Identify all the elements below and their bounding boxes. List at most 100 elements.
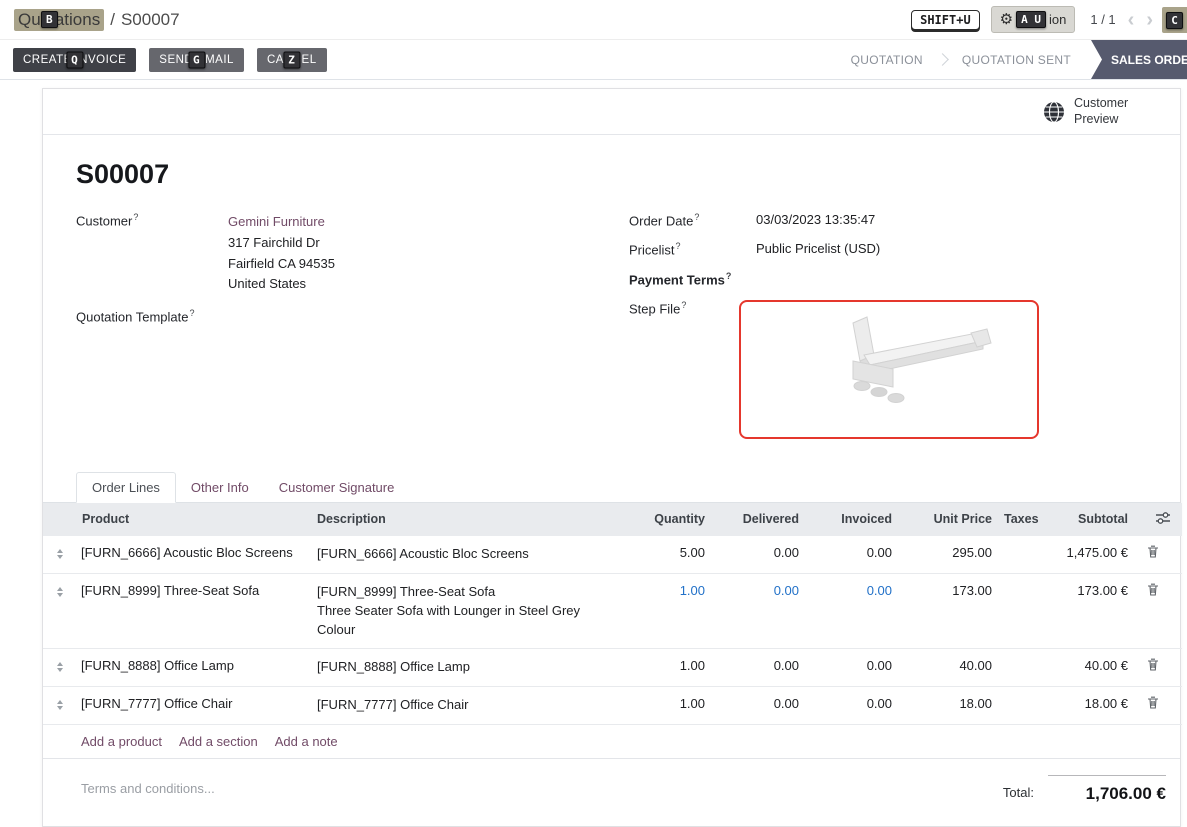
cell-product: [FURN_8888] Office Lamp bbox=[76, 649, 311, 687]
cell-product: [FURN_7777] Office Chair bbox=[76, 687, 311, 725]
cell-description: [FURN_6666] Acoustic Bloc Screens bbox=[311, 536, 626, 573]
cell-taxes bbox=[998, 649, 1043, 687]
drag-handle-icon[interactable] bbox=[49, 696, 70, 710]
handle-column-header bbox=[43, 503, 76, 536]
customer-address-line1: 317 Fairchild Dr bbox=[228, 233, 335, 254]
control-panel: CREATE INVOICE Q SEND EMAIL G CANCEL Z Q… bbox=[0, 40, 1187, 80]
topbar-actions: SHIFT+U ⚙ A U ion 1 / 1 ‹ › bbox=[911, 6, 1177, 33]
cell-delivered: 0.00 bbox=[711, 573, 805, 649]
help-icon: ? bbox=[133, 212, 138, 222]
order-date-value[interactable]: 03/03/2023 13:35:47 bbox=[756, 212, 875, 228]
order-date-label: Order Date? bbox=[629, 212, 756, 228]
tab-other-info[interactable]: Other Info bbox=[176, 473, 264, 502]
pricelist-label-text: Pricelist bbox=[629, 243, 675, 258]
breadcrumb-record: S00007 bbox=[121, 10, 180, 30]
tab-order-lines[interactable]: Order Lines bbox=[76, 472, 176, 503]
help-icon: ? bbox=[681, 300, 686, 310]
quotation-template-label-text: Quotation Template bbox=[76, 310, 189, 325]
create-invoice-button[interactable]: CREATE INVOICE Q bbox=[13, 48, 136, 72]
cell-invoiced: 0.00 bbox=[805, 536, 898, 573]
table-row[interactable]: [FURN_7777] Office Chair [FURN_7777] Off… bbox=[43, 687, 1182, 725]
tab-customer-signature[interactable]: Customer Signature bbox=[264, 473, 410, 502]
status-step-quotation-sent[interactable]: QUOTATION SENT bbox=[948, 53, 1085, 67]
cell-quantity: 5.00 bbox=[626, 536, 711, 573]
breadcrumb-quotations-link[interactable]: Quotations B bbox=[14, 9, 104, 31]
delete-row-icon[interactable] bbox=[1147, 696, 1159, 709]
order-lines-table: Product Description Quantity Delivered I… bbox=[43, 503, 1182, 725]
table-row[interactable]: [FURN_6666] Acoustic Bloc Screens [FURN_… bbox=[43, 536, 1182, 573]
add-a-note-link[interactable]: Add a note bbox=[275, 734, 338, 749]
table-header-row: Product Description Quantity Delivered I… bbox=[43, 503, 1182, 536]
column-options-header bbox=[1134, 503, 1182, 536]
quotation-template-label: Quotation Template? bbox=[76, 308, 228, 324]
cell-unit-price: 295.00 bbox=[898, 536, 998, 573]
drag-handle-icon[interactable] bbox=[49, 545, 70, 559]
drag-handle-icon[interactable] bbox=[49, 658, 70, 672]
customer-field-label: Customer? bbox=[76, 212, 228, 295]
step-file-label: Step File? bbox=[629, 300, 756, 439]
send-email-button[interactable]: SEND EMAIL G bbox=[149, 48, 244, 72]
column-header-quantity[interactable]: Quantity bbox=[626, 503, 711, 536]
cell-delivered: 0.00 bbox=[711, 649, 805, 687]
hint-badge-cancel: Z bbox=[283, 51, 300, 68]
cell-invoiced: 0.00 bbox=[805, 573, 898, 649]
create-button-hinted[interactable]: C bbox=[1162, 7, 1187, 33]
cancel-button[interactable]: CANCEL Z bbox=[257, 48, 327, 72]
action-menu-button[interactable]: ⚙ A U ion bbox=[991, 6, 1076, 33]
cell-delivered: 0.00 bbox=[711, 687, 805, 725]
cell-quantity: 1.00 bbox=[626, 573, 711, 649]
column-header-subtotal[interactable]: Subtotal bbox=[1043, 503, 1134, 536]
field-quotation-template[interactable]: Quotation Template? bbox=[76, 308, 629, 324]
customer-link[interactable]: Gemini Furniture bbox=[228, 212, 335, 233]
delete-row-icon[interactable] bbox=[1147, 583, 1159, 596]
cell-subtotal: 173.00 € bbox=[1043, 573, 1134, 649]
cell-subtotal: 40.00 € bbox=[1043, 649, 1134, 687]
pager-next-icon[interactable]: › bbox=[1146, 10, 1153, 30]
field-payment-terms[interactable]: Payment Terms? bbox=[629, 271, 1147, 287]
terms-and-conditions-input[interactable]: Terms and conditions... bbox=[81, 781, 215, 796]
record-action-buttons: CREATE INVOICE Q SEND EMAIL G CANCEL Z bbox=[0, 40, 327, 79]
record-pager: 1 / 1 ‹ › bbox=[1090, 10, 1153, 30]
pricelist-value[interactable]: Public Pricelist (USD) bbox=[756, 241, 880, 257]
column-header-description[interactable]: Description bbox=[311, 503, 626, 536]
step-file-image[interactable] bbox=[739, 300, 1039, 439]
column-header-invoiced[interactable]: Invoiced bbox=[805, 503, 898, 536]
total-label: Total: bbox=[1003, 775, 1034, 804]
keyboard-shortcut-indicator: SHIFT+U bbox=[911, 10, 980, 30]
delete-row-icon[interactable] bbox=[1147, 545, 1159, 558]
cell-unit-price: 173.00 bbox=[898, 573, 998, 649]
status-step-quotation[interactable]: QUOTATION bbox=[837, 53, 937, 67]
column-header-taxes[interactable]: Taxes bbox=[998, 503, 1043, 536]
hint-badge-breadcrumb: B bbox=[41, 11, 58, 28]
customer-preview-button[interactable]: Customer Preview bbox=[1043, 96, 1142, 127]
status-step-sales-order-active[interactable]: SALES ORDER bbox=[1091, 40, 1187, 79]
field-customer: Customer? Gemini Furniture 317 Fairchild… bbox=[76, 212, 629, 295]
optional-columns-icon[interactable] bbox=[1156, 512, 1170, 524]
cell-description: [FURN_8888] Office Lamp bbox=[311, 649, 626, 687]
column-header-unit-price[interactable]: Unit Price bbox=[898, 503, 998, 536]
delete-row-icon[interactable] bbox=[1147, 658, 1159, 671]
drag-handle-icon[interactable] bbox=[49, 583, 70, 597]
sheet-footer: Terms and conditions... Total: 1,706.00 … bbox=[43, 759, 1180, 804]
table-row[interactable]: [FURN_8888] Office Lamp [FURN_8888] Offi… bbox=[43, 649, 1182, 687]
column-header-product[interactable]: Product bbox=[76, 503, 311, 536]
gear-icon: ⚙ bbox=[1000, 12, 1013, 27]
chevron-right-icon bbox=[936, 53, 949, 66]
pager-count: 1 / 1 bbox=[1090, 12, 1115, 27]
action-menu-visible-text: ion bbox=[1049, 12, 1066, 27]
cell-taxes bbox=[998, 573, 1043, 649]
pager-previous-icon[interactable]: ‹ bbox=[1128, 10, 1135, 30]
cell-unit-price: 40.00 bbox=[898, 649, 998, 687]
help-icon: ? bbox=[190, 308, 195, 318]
record-title: S00007 bbox=[76, 159, 1180, 190]
order-date-label-text: Order Date bbox=[629, 213, 693, 228]
top-navbar: Quotations B / S00007 SHIFT+U ⚙ A U ion … bbox=[0, 0, 1187, 40]
breadcrumb-separator: / bbox=[110, 10, 115, 30]
add-a-product-link[interactable]: Add a product bbox=[81, 734, 162, 749]
pricelist-label: Pricelist? bbox=[629, 241, 756, 257]
field-order-date: Order Date? 03/03/2023 13:35:47 bbox=[629, 212, 1147, 228]
column-header-delivered[interactable]: Delivered bbox=[711, 503, 805, 536]
table-row[interactable]: [FURN_8999] Three-Seat Sofa [FURN_8999] … bbox=[43, 573, 1182, 649]
add-a-section-link[interactable]: Add a section bbox=[179, 734, 258, 749]
cell-quantity: 1.00 bbox=[626, 649, 711, 687]
